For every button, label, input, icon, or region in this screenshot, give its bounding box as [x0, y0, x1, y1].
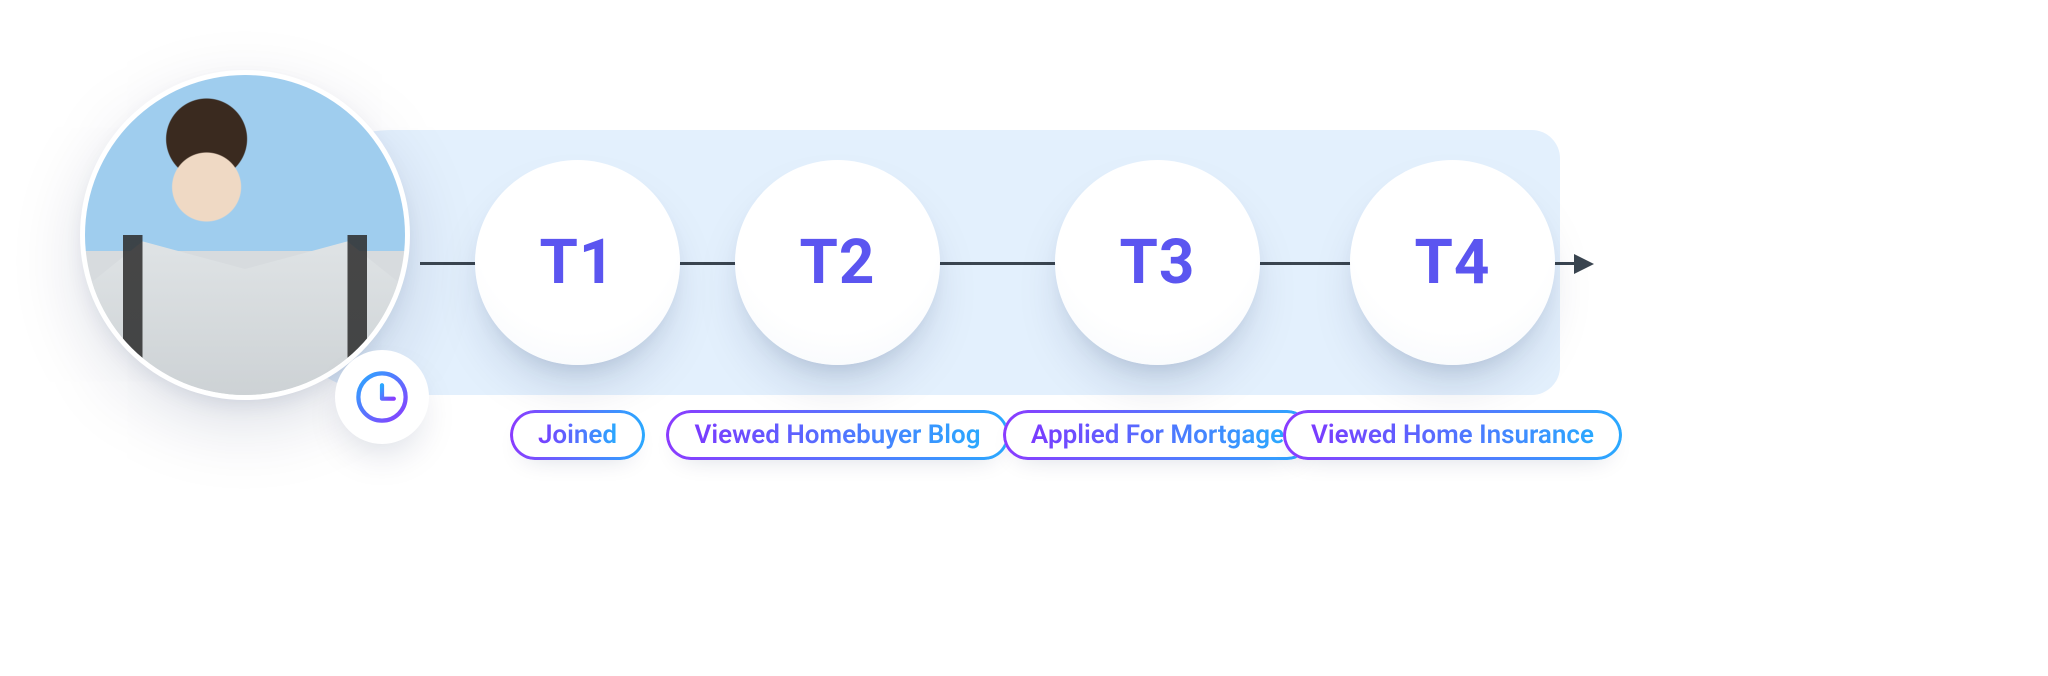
timeline-label: Applied For Mortgage	[1003, 410, 1312, 460]
timeline-step: T1 Joined	[475, 160, 680, 460]
user-avatar	[80, 70, 410, 400]
timeline-step: T4 Viewed Home Insurance	[1350, 160, 1555, 460]
timeline-label: Viewed Homebuyer Blog	[666, 410, 1008, 460]
timeline-node: T4	[1350, 160, 1555, 365]
timeline-row: T1 Joined T2 Viewed Homebuyer Blog T3 Ap…	[430, 160, 1560, 365]
avatar-photo	[85, 75, 405, 395]
timeline-node: T3	[1055, 160, 1260, 365]
timeline-node: T2	[735, 160, 940, 365]
timeline-step: T3 Applied For Mortgage	[1055, 160, 1260, 460]
timeline-node: T1	[475, 160, 680, 365]
clock-icon	[335, 350, 429, 444]
timeline-step: T2 Viewed Homebuyer Blog	[735, 160, 940, 460]
user-journey-diagram: T1 Joined T2 Viewed Homebuyer Blog T3 Ap…	[80, 50, 1560, 610]
timeline-label: Viewed Home Insurance	[1283, 410, 1622, 460]
timeline-label: Joined	[510, 410, 645, 460]
